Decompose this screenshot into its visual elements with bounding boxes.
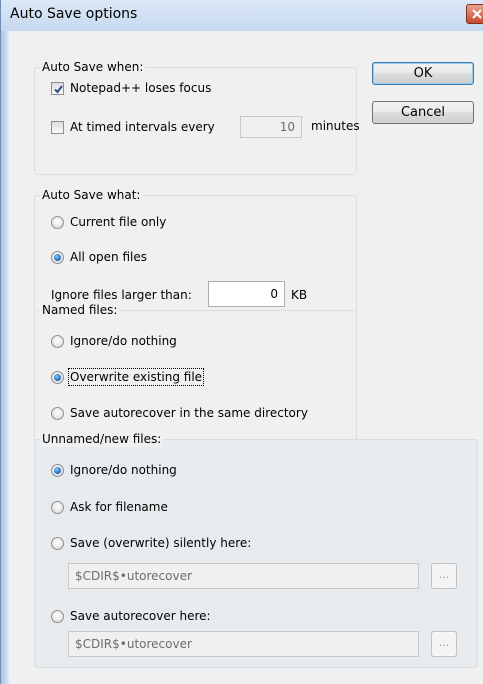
window-title: Auto Save options bbox=[10, 6, 138, 22]
auto-save-dialog: Auto Save options OK Cancel Auto Save wh… bbox=[0, 0, 483, 684]
ok-button[interactable]: OK bbox=[372, 62, 474, 85]
ignore-size-input[interactable]: 0 bbox=[208, 281, 285, 307]
close-icon bbox=[472, 9, 482, 19]
all-open-files-radio[interactable] bbox=[51, 250, 64, 264]
group-label: Auto Save what: bbox=[40, 187, 143, 203]
save-autorecover-radio[interactable] bbox=[51, 609, 64, 623]
named-files-group: Named files: Ignore/do nothing Overwrite… bbox=[34, 302, 357, 445]
auto-save-what-group: Auto Save what: Current file only All op… bbox=[34, 187, 357, 317]
autorecover-path-browse-button[interactable]: ... bbox=[431, 631, 457, 657]
save-autorecover-radio-row[interactable]: Save autorecover here: bbox=[51, 609, 211, 623]
autorecover-path-input[interactable]: $CDIR$•utorecover bbox=[68, 631, 419, 657]
loses-focus-checkbox-row[interactable]: Notepad++ loses focus bbox=[51, 81, 211, 95]
ask-filename-radio-row[interactable]: Ask for filename bbox=[51, 500, 168, 514]
loses-focus-label: Notepad++ loses focus bbox=[70, 81, 212, 95]
timed-interval-checkbox-row[interactable]: At timed intervals every bbox=[51, 120, 215, 134]
named-ignore-label: Ignore/do nothing bbox=[70, 334, 177, 348]
group-label: Auto Save when: bbox=[40, 59, 146, 75]
current-file-radio[interactable] bbox=[51, 215, 64, 229]
interval-unit: minutes bbox=[311, 119, 360, 133]
window-frame-left bbox=[1, 31, 9, 684]
ask-filename-radio[interactable] bbox=[51, 500, 64, 514]
group-label: Unnamed/new files: bbox=[40, 431, 164, 447]
timed-interval-label: At timed intervals every bbox=[70, 120, 215, 134]
save-autorecover-label: Save autorecover here: bbox=[70, 609, 211, 623]
cancel-button[interactable]: Cancel bbox=[372, 101, 474, 124]
timed-interval-checkbox[interactable] bbox=[51, 120, 64, 134]
save-silently-radio[interactable] bbox=[51, 536, 64, 550]
group-label: Named files: bbox=[40, 302, 120, 318]
title-bar[interactable]: Auto Save options bbox=[1, 0, 483, 31]
ignore-size-label: Ignore files larger than: bbox=[51, 288, 192, 302]
auto-save-when-group: Auto Save when: Notepad++ loses focus At… bbox=[34, 59, 360, 175]
overwrite-existing-label: Overwrite existing file bbox=[67, 368, 205, 386]
save-silently-label: Save (overwrite) silently here: bbox=[70, 536, 252, 550]
radio-selected-dot bbox=[54, 466, 61, 474]
all-open-files-label: All open files bbox=[70, 250, 147, 264]
unnamed-ignore-radio-row[interactable]: Ignore/do nothing bbox=[51, 463, 177, 477]
ignore-size-unit: KB bbox=[291, 288, 308, 302]
loses-focus-checkbox[interactable] bbox=[51, 81, 64, 95]
same-directory-label: Save autorecover in the same directory bbox=[70, 406, 308, 420]
save-silently-radio-row[interactable]: Save (overwrite) silently here: bbox=[51, 536, 251, 550]
silent-path-browse-button[interactable]: ... bbox=[431, 563, 457, 589]
overwrite-existing-radio-row[interactable]: Overwrite existing file bbox=[51, 368, 205, 386]
named-ignore-radio[interactable] bbox=[51, 334, 64, 348]
checkmark-icon bbox=[54, 84, 63, 94]
unnamed-files-group: Unnamed/new files: Ignore/do nothing Ask… bbox=[34, 431, 478, 668]
unnamed-ignore-label: Ignore/do nothing bbox=[70, 463, 177, 477]
dialog-client: OK Cancel Auto Save when: Notepad++ lose… bbox=[11, 31, 483, 684]
interval-input[interactable]: 10 bbox=[240, 116, 302, 138]
same-directory-radio[interactable] bbox=[51, 406, 64, 420]
silent-path-input[interactable]: $CDIR$•utorecover bbox=[68, 563, 419, 589]
same-directory-radio-row[interactable]: Save autorecover in the same directory bbox=[51, 406, 308, 420]
unnamed-ignore-radio[interactable] bbox=[51, 463, 64, 477]
current-file-label: Current file only bbox=[70, 215, 167, 229]
radio-selected-dot bbox=[54, 253, 61, 261]
close-button[interactable] bbox=[466, 4, 483, 24]
current-file-radio-row[interactable]: Current file only bbox=[51, 215, 166, 229]
radio-selected-dot bbox=[54, 373, 61, 381]
overwrite-existing-radio[interactable] bbox=[51, 370, 64, 384]
all-open-files-radio-row[interactable]: All open files bbox=[51, 250, 147, 264]
ask-filename-label: Ask for filename bbox=[70, 500, 168, 514]
named-ignore-radio-row[interactable]: Ignore/do nothing bbox=[51, 334, 177, 348]
